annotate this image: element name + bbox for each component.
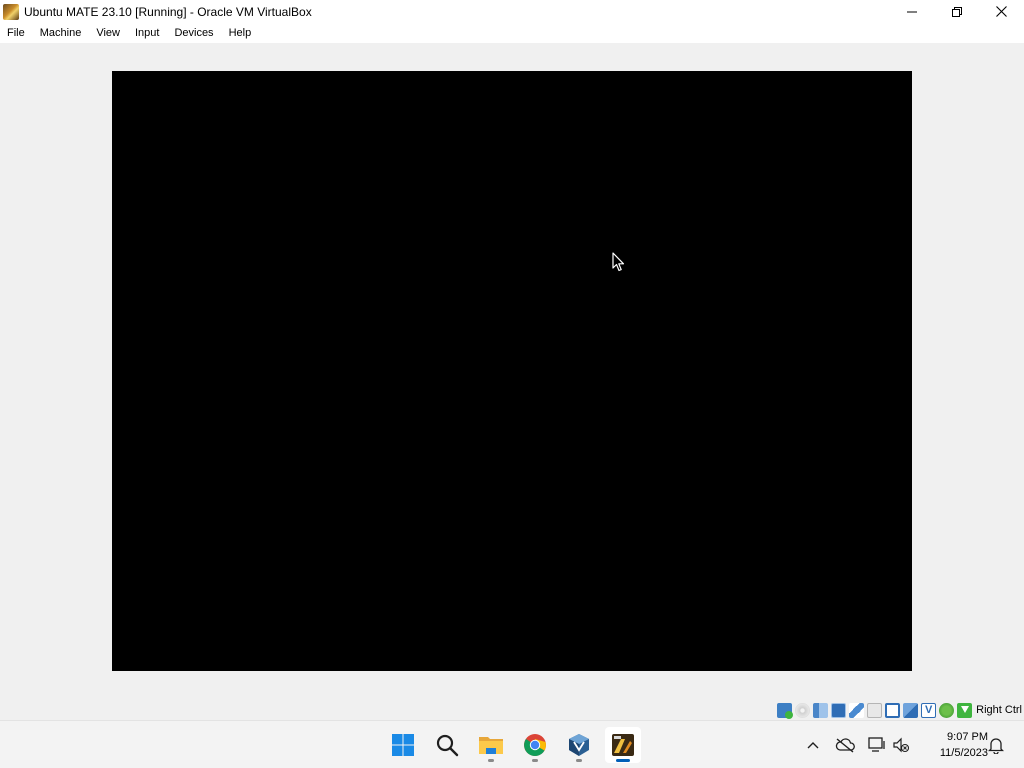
volume-muted-icon <box>893 737 910 753</box>
network-status-button[interactable] <box>867 735 887 755</box>
onedrive-offline-icon <box>835 738 855 753</box>
running-indicator <box>576 759 582 762</box>
mouse-pointer-icon <box>612 252 625 272</box>
usb-icon[interactable] <box>849 702 865 718</box>
running-indicator <box>532 759 538 762</box>
audio-icon[interactable] <box>813 702 829 718</box>
optical-drive-icon[interactable] <box>795 702 811 718</box>
virtualbox-manager-button[interactable] <box>561 727 597 763</box>
menu-input[interactable]: Input <box>128 23 167 43</box>
menu-file[interactable]: File <box>0 23 33 43</box>
close-icon <box>996 6 1007 17</box>
menu-view[interactable]: View <box>89 23 128 43</box>
clock-date: 11/5/2023 <box>939 747 988 759</box>
start-icon <box>392 734 414 756</box>
video-capture-icon[interactable] <box>903 702 919 718</box>
vm-status-bar: V Right Ctrl <box>777 700 1024 720</box>
menu-devices[interactable]: Devices <box>167 23 221 43</box>
shared-folders-icon[interactable] <box>867 702 883 718</box>
keyboard-capture-icon[interactable] <box>957 702 973 718</box>
file-explorer-icon <box>479 737 503 754</box>
menu-machine[interactable]: Machine <box>33 23 90 43</box>
vm-window-icon <box>612 734 634 756</box>
network-monitor-icon <box>868 737 885 752</box>
maximize-icon <box>951 6 962 17</box>
vm-window-button[interactable] <box>605 727 641 763</box>
notification-bell-icon <box>988 738 1004 754</box>
onedrive-button[interactable] <box>835 735 855 755</box>
host-key-label: Right Ctrl <box>976 704 1022 716</box>
minimize-button[interactable] <box>889 0 934 23</box>
active-indicator <box>616 759 630 762</box>
chrome-icon <box>524 734 546 756</box>
virtualbox-vm-icon <box>3 3 19 20</box>
volume-button[interactable] <box>891 735 911 755</box>
search-button[interactable] <box>429 727 465 763</box>
minimize-icon <box>906 11 917 12</box>
chevron-up-icon <box>807 742 819 749</box>
hard-disk-icon[interactable] <box>777 702 794 719</box>
maximize-button[interactable] <box>934 0 979 23</box>
menu-help[interactable]: Help <box>222 23 260 43</box>
virtualbox-manager-icon <box>569 734 589 756</box>
chrome-button[interactable] <box>517 727 553 763</box>
notifications-button[interactable] <box>986 735 1006 755</box>
title-bar[interactable]: Ubuntu MATE 23.10 [Running] - Oracle VM … <box>0 0 1024 23</box>
start-button[interactable] <box>385 727 421 763</box>
menu-bar: File Machine View Input Devices Help <box>0 23 1024 43</box>
search-icon <box>436 734 459 757</box>
display-icon[interactable] <box>885 702 901 718</box>
taskbar: 9:07 PM 11/5/2023 <box>0 720 1024 768</box>
window-controls <box>889 0 1024 23</box>
network-icon[interactable] <box>831 702 847 718</box>
vm-display[interactable] <box>112 71 912 671</box>
file-explorer-button[interactable] <box>473 727 509 763</box>
clock[interactable]: 9:07 PM 11/5/2023 <box>918 729 988 761</box>
clock-time: 9:07 PM <box>947 731 988 743</box>
show-hidden-icons-button[interactable] <box>803 735 823 755</box>
window-title: Ubuntu MATE 23.10 [Running] - Oracle VM … <box>24 4 312 19</box>
running-indicator <box>488 759 494 762</box>
virtualization-icon[interactable]: V <box>921 702 937 718</box>
close-button[interactable] <box>979 0 1024 23</box>
mouse-integration-icon[interactable] <box>939 702 955 718</box>
